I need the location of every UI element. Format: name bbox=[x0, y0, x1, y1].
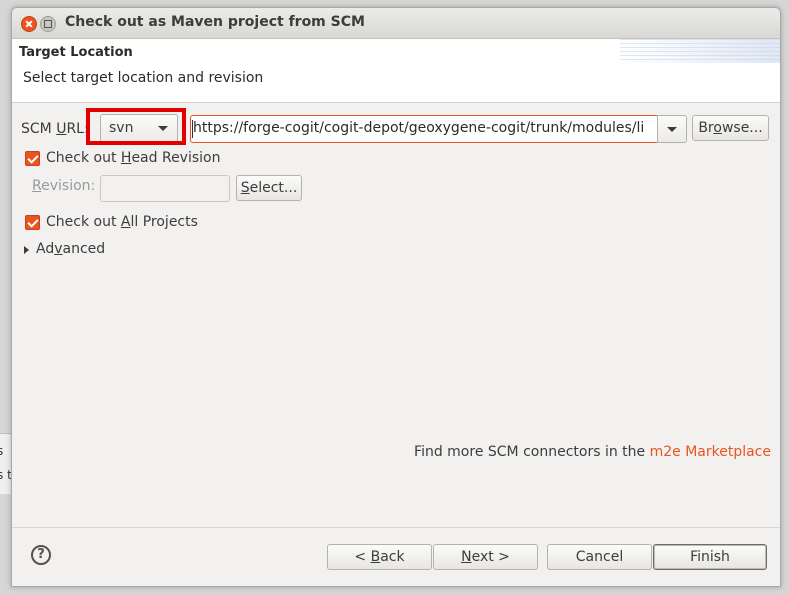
help-icon[interactable]: ? bbox=[31, 545, 51, 565]
browse-label: Br bbox=[698, 120, 714, 136]
window-title: Check out as Maven project from SCM bbox=[65, 14, 365, 30]
chevron-down-icon bbox=[667, 127, 677, 132]
head-revision-label-mnemonic: H bbox=[120, 150, 132, 166]
banner-decoration bbox=[620, 39, 780, 63]
footer-divider bbox=[12, 527, 780, 528]
scm-url-label-mnemonic: U bbox=[56, 121, 67, 137]
annotation-highlight-box bbox=[86, 108, 186, 145]
title-bar: Check out as Maven project from SCM bbox=[12, 8, 780, 39]
all-projects-label-text: Check out bbox=[46, 214, 121, 230]
advanced-label-mnemonic: v bbox=[54, 241, 63, 257]
finish-label: Finish bbox=[690, 549, 730, 565]
advanced-label-text: anced bbox=[62, 241, 106, 257]
marketplace-prefix: Find more SCM connectors in the bbox=[414, 444, 650, 460]
page-description: Select target location and revision bbox=[23, 70, 264, 86]
background-text: s t bbox=[0, 468, 12, 482]
head-revision-label-text: Check out bbox=[46, 150, 121, 166]
back-label: ack bbox=[380, 549, 405, 565]
scm-url-value: https://forge-cogit/cogit-depot/geoxygen… bbox=[193, 120, 645, 136]
back-label-mnemonic: B bbox=[370, 549, 381, 565]
scm-url-history-dropdown[interactable] bbox=[657, 115, 687, 143]
scm-url-input[interactable]: https://forge-cogit/cogit-depot/geoxygen… bbox=[190, 115, 659, 143]
dialog-window: Check out as Maven project from SCM Targ… bbox=[11, 7, 781, 587]
next-button[interactable]: Next > bbox=[433, 544, 538, 570]
head-revision-label-text: ead Revision bbox=[131, 150, 221, 166]
advanced-section-toggle[interactable]: Advanced bbox=[36, 241, 105, 257]
back-label: < bbox=[354, 549, 371, 565]
finish-button[interactable]: Finish bbox=[653, 544, 767, 570]
cancel-label: Cancel bbox=[575, 549, 624, 565]
browse-label: wse... bbox=[721, 120, 763, 136]
revision-input[interactable] bbox=[100, 175, 230, 202]
page-title: Target Location bbox=[19, 45, 133, 60]
background-text: s bbox=[0, 444, 4, 458]
all-projects-label[interactable]: Check out All Projects bbox=[46, 214, 198, 230]
browse-button[interactable]: Browse... bbox=[692, 115, 769, 141]
revision-label: Revision: bbox=[32, 178, 95, 194]
scm-url-label-text: SCM bbox=[21, 121, 57, 137]
expand-triangle-icon[interactable] bbox=[24, 246, 29, 254]
next-label-mnemonic: N bbox=[461, 549, 472, 565]
text-cursor bbox=[192, 120, 193, 138]
scm-url-label: SCM URL: bbox=[21, 121, 89, 137]
next-label: ext > bbox=[471, 549, 510, 565]
back-button[interactable]: < Back bbox=[327, 544, 432, 570]
select-label-mnemonic: S bbox=[240, 180, 250, 196]
revision-label-mnemonic: R bbox=[32, 178, 42, 194]
revision-label-text: evision: bbox=[41, 178, 96, 194]
close-window-button[interactable] bbox=[21, 16, 37, 32]
all-projects-label-text: ll Projects bbox=[130, 214, 198, 230]
browse-label-mnemonic: o bbox=[713, 120, 722, 136]
select-label: elect... bbox=[249, 180, 298, 196]
cancel-button[interactable]: Cancel bbox=[547, 544, 652, 570]
head-revision-label[interactable]: Check out Head Revision bbox=[46, 150, 220, 166]
all-projects-checkbox[interactable] bbox=[25, 215, 40, 230]
advanced-label-text: Ad bbox=[36, 241, 55, 257]
select-revision-button[interactable]: Select... bbox=[236, 175, 302, 201]
head-revision-checkbox[interactable] bbox=[25, 151, 40, 166]
maximize-window-button[interactable] bbox=[40, 16, 56, 32]
marketplace-text: Find more SCM connectors in the m2e Mark… bbox=[414, 444, 771, 460]
wizard-banner: Target Location Select target location a… bbox=[12, 39, 780, 103]
marketplace-link[interactable]: m2e Marketplace bbox=[650, 444, 771, 460]
